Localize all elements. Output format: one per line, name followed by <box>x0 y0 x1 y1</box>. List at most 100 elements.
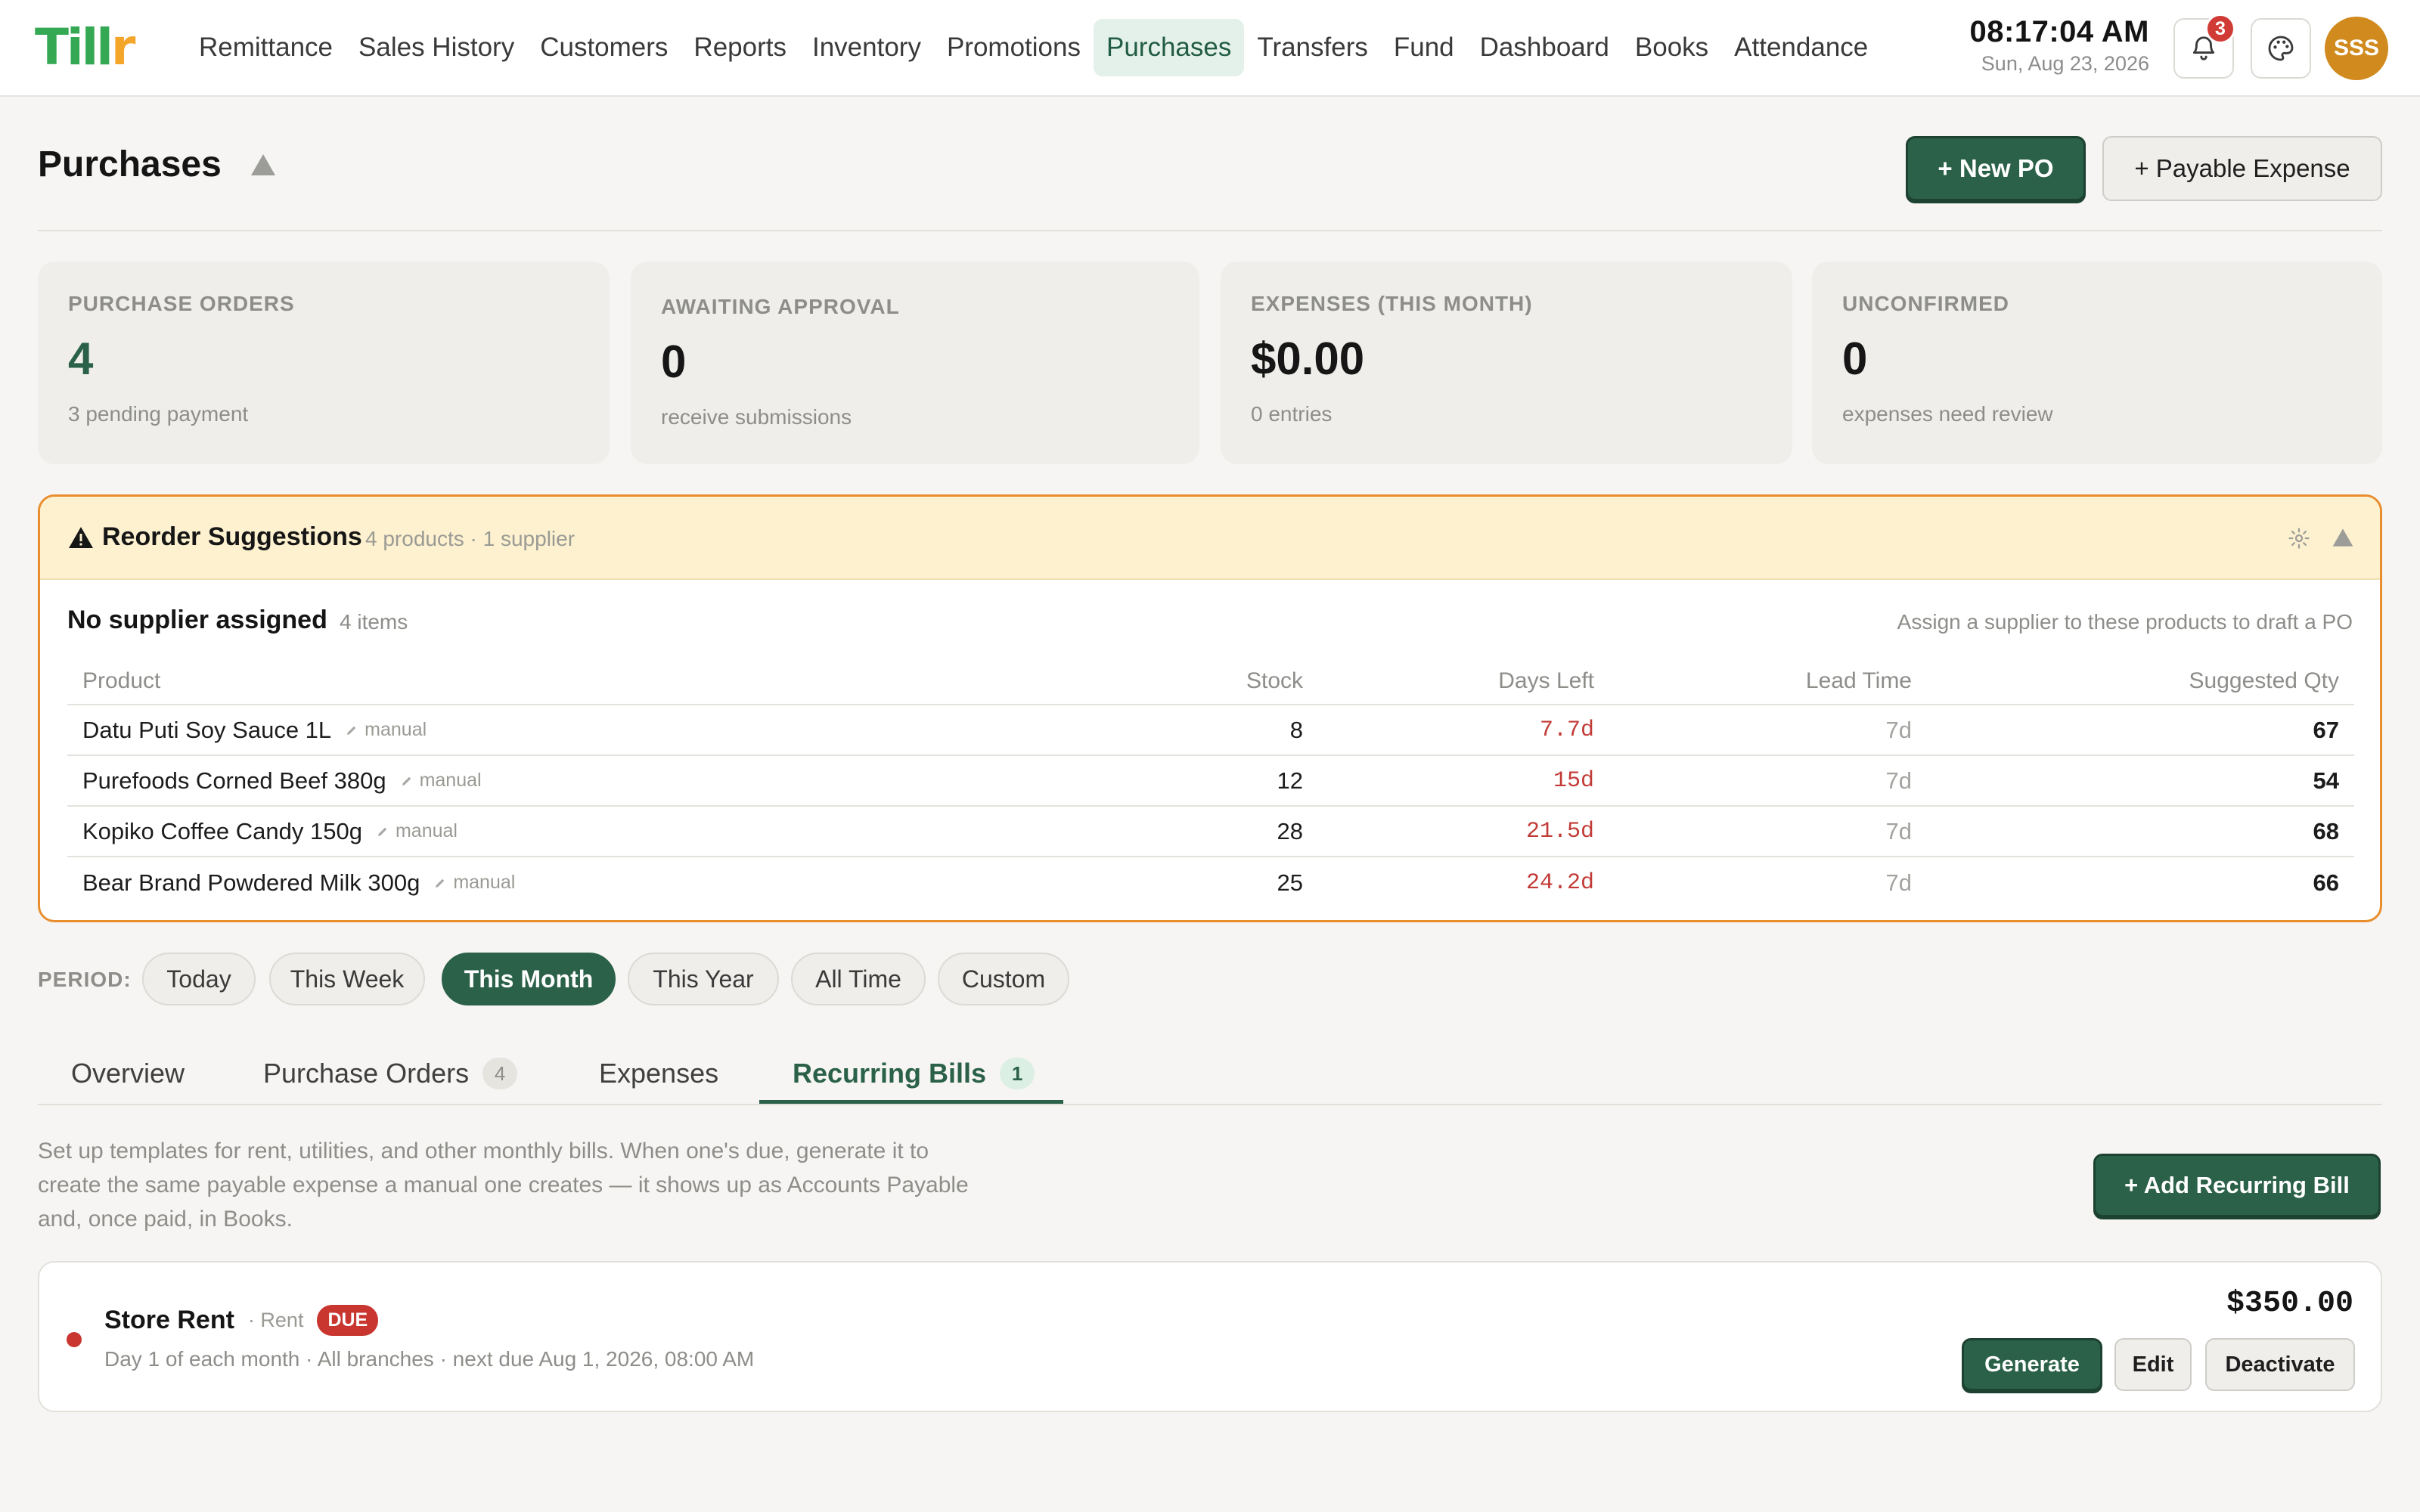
collapse-triangle-icon[interactable] <box>250 153 277 177</box>
manual-tag-text: manual <box>395 820 458 841</box>
nav-item-promotions[interactable]: Promotions <box>934 19 1094 76</box>
table-row[interactable]: Datu Puti Soy Sauce 1L manual 8 7.7d 7d … <box>67 705 2354 756</box>
nav-item-remittance[interactable]: Remittance <box>186 19 346 76</box>
tab-recurring-bills[interactable]: Recurring Bills 1 <box>793 1043 1035 1104</box>
header-divider <box>38 230 2382 231</box>
nav-item-reports[interactable]: Reports <box>681 19 799 76</box>
bill-schedule: Day 1 of each month · All branches · nex… <box>104 1347 755 1371</box>
period-today[interactable]: Today <box>142 953 256 1005</box>
user-avatar[interactable]: SSS <box>2325 17 2388 80</box>
pencil-icon <box>402 776 411 785</box>
nav-item-sales-history[interactable]: Sales History <box>346 19 527 76</box>
tab-label: Recurring Bills <box>793 1058 987 1089</box>
tab-count-badge: 4 <box>482 1058 518 1089</box>
col-header-days-left[interactable]: Days Left <box>1498 658 1594 704</box>
manual-tag-text: manual <box>453 872 516 893</box>
reorder-table: Product Stock Days Left Lead Time Sugges… <box>67 658 2354 908</box>
stat-label: AWAITING APPROVAL <box>661 295 900 318</box>
clock: 08:17:04 AM Sun, Aug 23, 2026 <box>1960 15 2149 76</box>
nav-item-customers[interactable]: Customers <box>527 19 681 76</box>
stock-cell: 25 <box>1277 869 1303 896</box>
nav-item-purchases[interactable]: Purchases <box>1093 19 1245 76</box>
nav-item-fund[interactable]: Fund <box>1381 19 1467 76</box>
col-header-stock[interactable]: Stock <box>1246 658 1303 704</box>
group-count: 4 items <box>340 610 408 634</box>
product-cell: Kopiko Coffee Candy 150g manual <box>82 807 458 856</box>
stat-value: $0.00 <box>1251 333 1365 384</box>
deactivate-button[interactable]: Deactivate <box>2205 1338 2355 1391</box>
stat-value: 0 <box>1842 333 1868 384</box>
period-this-year[interactable]: This Year <box>628 953 779 1005</box>
col-header-lead-time[interactable]: Lead Time <box>1806 658 1912 704</box>
manual-tag: manual <box>400 770 482 792</box>
tab-label: Expenses <box>599 1058 719 1089</box>
group-hint: Assign a supplier to these products to d… <box>1897 610 2353 634</box>
reorder-title: Reorder Suggestions <box>67 522 362 552</box>
theme-button[interactable] <box>2251 18 2311 79</box>
stat-card-expenses[interactable]: EXPENSES (THIS MONTH) $0.00 0 entries <box>1221 262 1792 464</box>
period-this-week[interactable]: This Week <box>269 953 425 1005</box>
clock-date: Sun, Aug 23, 2026 <box>1981 52 2149 75</box>
nav-item-transfers[interactable]: Transfers <box>1244 19 1381 76</box>
stat-card-unconfirmed[interactable]: UNCONFIRMED 0 expenses need review <box>1812 262 2382 464</box>
tab-label: Purchase Orders <box>263 1058 470 1089</box>
days-left-cell: 24.2d <box>1525 869 1594 896</box>
recurring-intro-text: Set up templates for rent, utilities, an… <box>38 1139 969 1232</box>
nav-item-attendance[interactable]: Attendance <box>1721 19 1881 76</box>
manual-tag: manual <box>433 872 515 894</box>
settings-gear-icon[interactable] <box>2288 527 2310 550</box>
product-cell: Bear Brand Powdered Milk 300g manual <box>82 857 515 908</box>
tillr-logo[interactable]: Tillr <box>35 23 135 73</box>
reorder-suggestions-panel: Reorder Suggestions 4 products · 1 suppl… <box>38 494 2382 922</box>
stat-sub: receive submissions <box>661 405 852 429</box>
nav-item-inventory[interactable]: Inventory <box>799 19 934 76</box>
pencil-icon <box>377 827 387 836</box>
stat-value: 4 <box>68 333 94 384</box>
stat-card-awaiting-approval[interactable]: AWAITING APPROVAL 0 receive submissions <box>631 262 1199 464</box>
product-name: Bear Brand Powdered Milk 300g <box>82 869 420 896</box>
manual-tag-text: manual <box>365 719 427 740</box>
product-name: Datu Puti Soy Sauce 1L <box>82 716 332 743</box>
collapse-panel-icon[interactable] <box>2332 527 2354 548</box>
stat-sub: 0 entries <box>1251 402 1333 426</box>
add-recurring-bill-button[interactable]: + Add Recurring Bill <box>2093 1154 2381 1217</box>
active-tab-underline <box>759 1100 1063 1104</box>
table-row[interactable]: Bear Brand Powdered Milk 300g manual 25 … <box>67 857 2354 908</box>
tab-count-badge: 1 <box>1000 1058 1035 1089</box>
reorder-header[interactable]: Reorder Suggestions 4 products · 1 suppl… <box>40 497 2380 580</box>
page-title: Purchases <box>38 144 222 184</box>
generate-button[interactable]: Generate <box>1962 1338 2102 1391</box>
due-status-badge: DUE <box>317 1305 379 1336</box>
col-header-product[interactable]: Product <box>82 658 160 704</box>
tab-overview[interactable]: Overview <box>71 1043 185 1104</box>
tab-purchase-orders[interactable]: Purchase Orders 4 <box>263 1043 518 1104</box>
reorder-title-text: Reorder Suggestions <box>102 522 362 551</box>
lead-time-cell: 7d <box>1885 716 1912 743</box>
nav-item-dashboard[interactable]: Dashboard <box>1467 19 1622 76</box>
pencil-icon <box>347 726 356 735</box>
notifications-button[interactable]: 3 <box>2173 14 2235 79</box>
stat-card-purchase-orders[interactable]: PURCHASE ORDERS 4 3 pending payment <box>38 262 610 464</box>
product-cell: Datu Puti Soy Sauce 1L manual <box>82 705 427 754</box>
col-header-suggested-qty[interactable]: Suggested Qty <box>2189 658 2339 704</box>
suggested-qty-cell: 54 <box>2313 767 2339 794</box>
period-label: PERIOD: <box>38 968 132 991</box>
table-row[interactable]: Kopiko Coffee Candy 150g manual 28 21.5d… <box>67 807 2354 857</box>
bill-category: · Rent <box>247 1309 304 1331</box>
lead-time-cell: 7d <box>1885 817 1912 844</box>
period-this-month[interactable]: This Month <box>442 953 616 1005</box>
suggested-qty-cell: 67 <box>2313 716 2339 743</box>
nav-item-books[interactable]: Books <box>1622 19 1721 76</box>
lead-time-cell: 7d <box>1885 767 1912 794</box>
status-dot <box>67 1332 82 1347</box>
edit-button[interactable]: Edit <box>2114 1338 2192 1391</box>
table-row[interactable]: Purefoods Corned Beef 380g manual 12 15d… <box>67 756 2354 807</box>
tab-expenses[interactable]: Expenses <box>599 1043 718 1104</box>
stock-cell: 12 <box>1277 767 1303 794</box>
stat-sub: 3 pending payment <box>68 402 249 426</box>
period-all-time[interactable]: All Time <box>791 953 926 1005</box>
payable-expense-button[interactable]: + Payable Expense <box>2102 136 2382 201</box>
period-custom[interactable]: Custom <box>938 953 1069 1005</box>
product-cell: Purefoods Corned Beef 380g manual <box>82 756 482 805</box>
new-po-button[interactable]: + New PO <box>1906 136 2086 201</box>
